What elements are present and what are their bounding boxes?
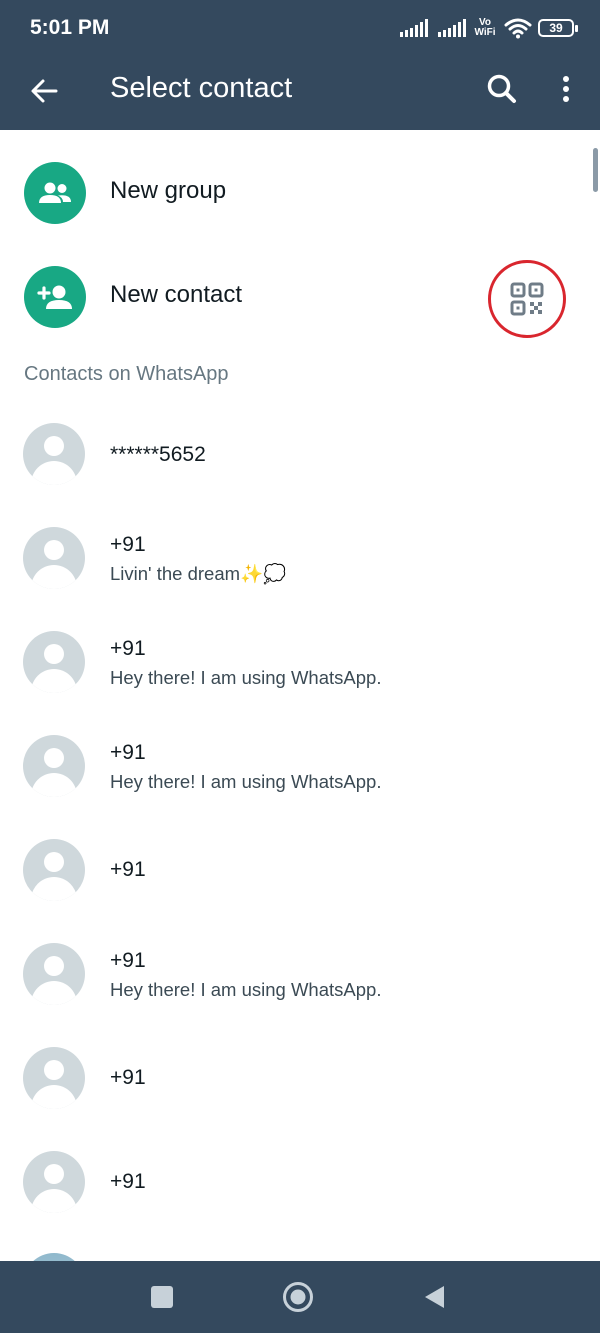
contact-status: Hey there! I am using WhatsApp. [110, 979, 382, 1000]
battery-icon: 39 [538, 19, 578, 37]
contact-row[interactable]: +91 Livin' the dream✨💭 [0, 505, 600, 609]
wifi-icon [504, 18, 532, 39]
status-icons: Vo WiFi 39 [400, 14, 578, 42]
page-title: Select contact [110, 72, 293, 104]
contact-name: +91 [110, 858, 146, 881]
contact-name: +91 [110, 533, 146, 556]
contact-row[interactable]: +91 Hey there! I am using WhatsApp. [0, 921, 600, 1025]
contact-name: ******5652 [110, 443, 206, 466]
contact-name: +91 [110, 637, 146, 660]
vowifi-icon: Vo WiFi [472, 18, 498, 38]
signal-1-icon [400, 19, 428, 37]
avatar [23, 735, 85, 797]
back-arrow-icon [31, 79, 58, 103]
recents-square-icon [151, 1286, 173, 1308]
more-vert-icon [563, 76, 569, 102]
status-bar: 5:01 PM Vo WiFi 39 [0, 0, 600, 56]
avatar [23, 527, 85, 589]
search-button[interactable] [480, 67, 524, 111]
more-options-button[interactable] [546, 67, 586, 111]
contact-row[interactable]: ******5652 [0, 401, 600, 505]
new-contact-row[interactable]: New contact [0, 244, 600, 348]
new-group-label: New group [110, 177, 227, 204]
contact-row[interactable]: +91 [0, 1025, 600, 1129]
avatar [23, 631, 85, 693]
contact-row[interactable]: +91 [0, 817, 600, 921]
new-group-avatar [24, 162, 86, 224]
new-group-row[interactable]: New group [0, 140, 600, 244]
search-icon [487, 74, 516, 103]
recents-button[interactable] [140, 1275, 184, 1319]
top-bar: 5:01 PM Vo WiFi 39 Select contact [0, 0, 600, 130]
back-button[interactable] [22, 69, 66, 113]
avatar [23, 839, 85, 901]
contact-row[interactable]: +91 Hey there! I am using WhatsApp. [0, 713, 600, 817]
home-button[interactable] [276, 1275, 320, 1319]
contact-name: +91 [110, 949, 146, 972]
contact-row[interactable]: +91 [0, 1129, 600, 1233]
back-triangle-icon [425, 1286, 444, 1308]
avatar [23, 1047, 85, 1109]
signal-2-icon [438, 19, 466, 37]
person-add-icon [37, 285, 72, 309]
back-nav-button[interactable] [412, 1275, 456, 1319]
system-nav-bar [0, 1261, 600, 1333]
app-bar: Select contact [0, 56, 600, 130]
avatar [23, 423, 85, 485]
contact-status: Hey there! I am using WhatsApp. [110, 667, 382, 688]
contact-name: +91 [110, 1170, 146, 1193]
contact-row[interactable]: +91 Hey there! I am using WhatsApp. [0, 609, 600, 713]
new-contact-avatar [24, 266, 86, 328]
qr-code-button[interactable] [488, 260, 566, 338]
contact-name: +91 [110, 741, 146, 764]
status-time: 5:01 PM [30, 16, 110, 39]
battery-level: 39 [549, 21, 563, 35]
new-contact-label: New contact [110, 281, 243, 308]
vowifi-wifi: WiFi [474, 27, 496, 38]
group-icon [39, 182, 71, 203]
home-circle-icon [283, 1282, 313, 1312]
avatar [23, 1151, 85, 1213]
contact-status: Hey there! I am using WhatsApp. [110, 771, 382, 792]
contact-name: +91 [110, 1066, 146, 1089]
avatar [23, 943, 85, 1005]
section-header: Contacts on WhatsApp [24, 363, 229, 385]
qr-code-icon [510, 282, 544, 316]
contact-status: Livin' the dream✨💭 [110, 563, 287, 584]
